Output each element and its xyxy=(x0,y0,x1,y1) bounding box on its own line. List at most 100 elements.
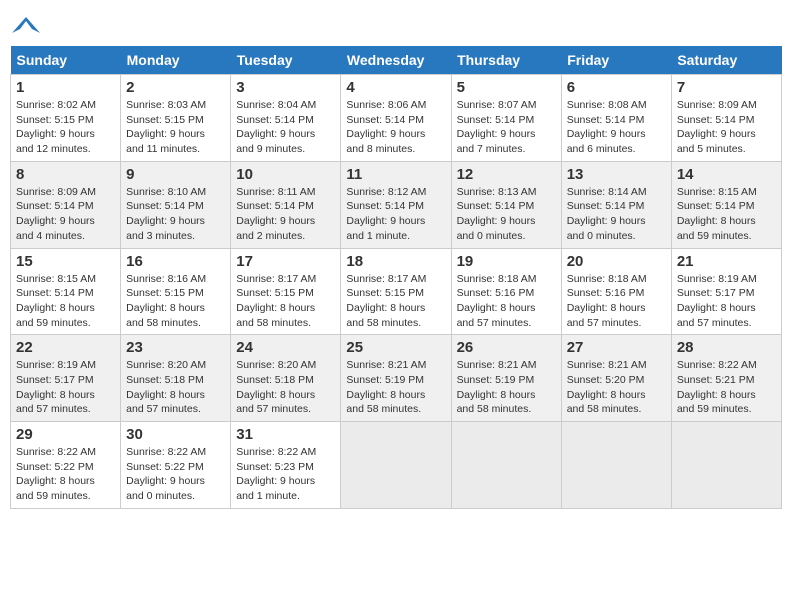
calendar-cell: 23 Sunrise: 8:20 AMSunset: 5:18 PMDayligh… xyxy=(121,335,231,422)
day-info: Sunrise: 8:22 AMSunset: 5:22 PMDaylight:… xyxy=(16,445,115,504)
day-number: 8 xyxy=(16,166,115,183)
day-info: Sunrise: 8:11 AMSunset: 5:14 PMDaylight:… xyxy=(236,185,335,244)
logo-text xyxy=(10,14,40,38)
day-number: 6 xyxy=(567,79,666,96)
calendar-cell: 3 Sunrise: 8:04 AMSunset: 5:14 PMDaylight… xyxy=(231,75,341,162)
day-info: Sunrise: 8:03 AMSunset: 5:15 PMDaylight:… xyxy=(126,98,225,157)
calendar-week-row: 29 Sunrise: 8:22 AMSunset: 5:22 PMDayligh… xyxy=(11,422,782,509)
calendar-cell: 6 Sunrise: 8:08 AMSunset: 5:14 PMDaylight… xyxy=(561,75,671,162)
dow-tuesday: Tuesday xyxy=(231,46,341,75)
calendar-cell: 24 Sunrise: 8:20 AMSunset: 5:18 PMDayligh… xyxy=(231,335,341,422)
calendar-cell: 16Sunrise: 8:16 AMSunset: 5:15 PMDayligh… xyxy=(121,248,231,335)
day-info: Sunrise: 8:21 AMSunset: 5:19 PMDaylight:… xyxy=(457,358,556,417)
day-info: Sunrise: 8:15 AMSunset: 5:14 PMDaylight:… xyxy=(16,272,115,331)
calendar-week-row: 1Sunrise: 8:02 AMSunset: 5:15 PMDaylight… xyxy=(11,75,782,162)
dow-monday: Monday xyxy=(121,46,231,75)
calendar-week-row: 8 Sunrise: 8:09 AMSunset: 5:14 PMDaylight… xyxy=(11,161,782,248)
day-info: Sunrise: 8:20 AMSunset: 5:18 PMDaylight:… xyxy=(126,358,225,417)
day-info: Sunrise: 8:07 AMSunset: 5:14 PMDaylight:… xyxy=(457,98,556,157)
day-info: Sunrise: 8:12 AMSunset: 5:14 PMDaylight:… xyxy=(346,185,445,244)
calendar-cell: 28Sunrise: 8:22 AMSunset: 5:21 PMDayligh… xyxy=(671,335,781,422)
day-info: Sunrise: 8:04 AMSunset: 5:14 PMDaylight:… xyxy=(236,98,335,157)
day-info: Sunrise: 8:21 AMSunset: 5:20 PMDaylight:… xyxy=(567,358,666,417)
dow-sunday: Sunday xyxy=(11,46,121,75)
calendar-cell: 8 Sunrise: 8:09 AMSunset: 5:14 PMDaylight… xyxy=(11,161,121,248)
day-info: Sunrise: 8:02 AMSunset: 5:15 PMDaylight:… xyxy=(16,98,115,157)
day-number: 29 xyxy=(16,426,115,443)
calendar-cell: 14 Sunrise: 8:15 AMSunset: 5:14 PMDayligh… xyxy=(671,161,781,248)
logo xyxy=(10,14,40,34)
calendar-cell: 29 Sunrise: 8:22 AMSunset: 5:22 PMDayligh… xyxy=(11,422,121,509)
calendar-cell: 20 Sunrise: 8:18 AMSunset: 5:16 PMDayligh… xyxy=(561,248,671,335)
day-number: 18 xyxy=(346,253,445,270)
day-number: 28 xyxy=(677,339,776,356)
calendar-cell: 18 Sunrise: 8:17 AMSunset: 5:15 PMDayligh… xyxy=(341,248,451,335)
day-number: 4 xyxy=(346,79,445,96)
day-number: 25 xyxy=(346,339,445,356)
day-info: Sunrise: 8:21 AMSunset: 5:19 PMDaylight:… xyxy=(346,358,445,417)
day-number: 31 xyxy=(236,426,335,443)
day-info: Sunrise: 8:08 AMSunset: 5:14 PMDaylight:… xyxy=(567,98,666,157)
day-info: Sunrise: 8:13 AMSunset: 5:14 PMDaylight:… xyxy=(457,185,556,244)
calendar-cell: 27Sunrise: 8:21 AMSunset: 5:20 PMDayligh… xyxy=(561,335,671,422)
day-info: Sunrise: 8:14 AMSunset: 5:14 PMDaylight:… xyxy=(567,185,666,244)
page-header xyxy=(10,10,782,38)
calendar-cell: 5 Sunrise: 8:07 AMSunset: 5:14 PMDaylight… xyxy=(451,75,561,162)
days-of-week-row: SundayMondayTuesdayWednesdayThursdayFrid… xyxy=(11,46,782,75)
day-number: 14 xyxy=(677,166,776,183)
calendar-week-row: 22 Sunrise: 8:19 AMSunset: 5:17 PMDayligh… xyxy=(11,335,782,422)
calendar-cell: 21Sunrise: 8:19 AMSunset: 5:17 PMDayligh… xyxy=(671,248,781,335)
day-number: 12 xyxy=(457,166,556,183)
calendar-cell: 7Sunrise: 8:09 AMSunset: 5:14 PMDaylight… xyxy=(671,75,781,162)
day-number: 17 xyxy=(236,253,335,270)
day-info: Sunrise: 8:10 AMSunset: 5:14 PMDaylight:… xyxy=(126,185,225,244)
day-number: 13 xyxy=(567,166,666,183)
day-info: Sunrise: 8:20 AMSunset: 5:18 PMDaylight:… xyxy=(236,358,335,417)
dow-thursday: Thursday xyxy=(451,46,561,75)
calendar-cell-empty xyxy=(451,422,561,509)
day-info: Sunrise: 8:06 AMSunset: 5:14 PMDaylight:… xyxy=(346,98,445,157)
calendar-cell: 12 Sunrise: 8:13 AMSunset: 5:14 PMDayligh… xyxy=(451,161,561,248)
calendar-cell: 17 Sunrise: 8:17 AMSunset: 5:15 PMDayligh… xyxy=(231,248,341,335)
calendar-cell: 1Sunrise: 8:02 AMSunset: 5:15 PMDaylight… xyxy=(11,75,121,162)
calendar-cell: 22 Sunrise: 8:19 AMSunset: 5:17 PMDayligh… xyxy=(11,335,121,422)
day-number: 3 xyxy=(236,79,335,96)
day-info: Sunrise: 8:22 AMSunset: 5:22 PMDaylight:… xyxy=(126,445,225,504)
day-number: 30 xyxy=(126,426,225,443)
day-number: 16 xyxy=(126,253,225,270)
calendar-table: SundayMondayTuesdayWednesdayThursdayFrid… xyxy=(10,46,782,509)
calendar-cell-empty xyxy=(561,422,671,509)
day-info: Sunrise: 8:22 AMSunset: 5:23 PMDaylight:… xyxy=(236,445,335,504)
day-number: 24 xyxy=(236,339,335,356)
calendar-cell-empty xyxy=(341,422,451,509)
day-info: Sunrise: 8:19 AMSunset: 5:17 PMDaylight:… xyxy=(677,272,776,331)
day-info: Sunrise: 8:17 AMSunset: 5:15 PMDaylight:… xyxy=(236,272,335,331)
day-info: Sunrise: 8:18 AMSunset: 5:16 PMDaylight:… xyxy=(457,272,556,331)
calendar-cell: 13 Sunrise: 8:14 AMSunset: 5:14 PMDayligh… xyxy=(561,161,671,248)
calendar-cell-empty xyxy=(671,422,781,509)
calendar-cell: 19 Sunrise: 8:18 AMSunset: 5:16 PMDayligh… xyxy=(451,248,561,335)
calendar-cell: 4 Sunrise: 8:06 AMSunset: 5:14 PMDaylight… xyxy=(341,75,451,162)
day-number: 22 xyxy=(16,339,115,356)
day-info: Sunrise: 8:19 AMSunset: 5:17 PMDaylight:… xyxy=(16,358,115,417)
day-number: 20 xyxy=(567,253,666,270)
calendar-cell: 26Sunrise: 8:21 AMSunset: 5:19 PMDayligh… xyxy=(451,335,561,422)
day-info: Sunrise: 8:09 AMSunset: 5:14 PMDaylight:… xyxy=(16,185,115,244)
dow-saturday: Saturday xyxy=(671,46,781,75)
day-info: Sunrise: 8:18 AMSunset: 5:16 PMDaylight:… xyxy=(567,272,666,331)
day-info: Sunrise: 8:15 AMSunset: 5:14 PMDaylight:… xyxy=(677,185,776,244)
day-number: 5 xyxy=(457,79,556,96)
day-info: Sunrise: 8:17 AMSunset: 5:15 PMDaylight:… xyxy=(346,272,445,331)
day-info: Sunrise: 8:09 AMSunset: 5:14 PMDaylight:… xyxy=(677,98,776,157)
dow-wednesday: Wednesday xyxy=(341,46,451,75)
day-number: 19 xyxy=(457,253,556,270)
calendar-cell: 2Sunrise: 8:03 AMSunset: 5:15 PMDaylight… xyxy=(121,75,231,162)
day-number: 23 xyxy=(126,339,225,356)
dow-friday: Friday xyxy=(561,46,671,75)
calendar-cell: 9Sunrise: 8:10 AMSunset: 5:14 PMDaylight… xyxy=(121,161,231,248)
calendar-cell: 30 Sunrise: 8:22 AMSunset: 5:22 PMDayligh… xyxy=(121,422,231,509)
calendar-cell: 10 Sunrise: 8:11 AMSunset: 5:14 PMDayligh… xyxy=(231,161,341,248)
logo-bird-icon xyxy=(12,14,40,38)
calendar-cell: 25 Sunrise: 8:21 AMSunset: 5:19 PMDayligh… xyxy=(341,335,451,422)
day-number: 10 xyxy=(236,166,335,183)
